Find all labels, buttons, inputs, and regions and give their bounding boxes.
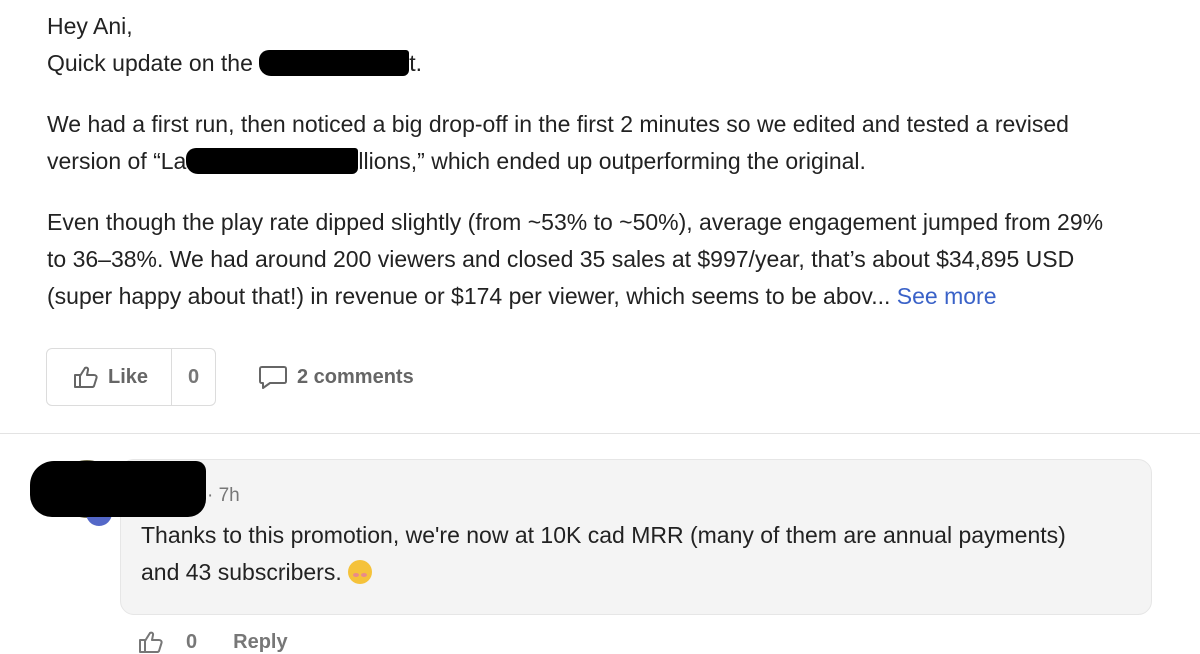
redacted-author-name (30, 461, 206, 517)
comment-like-count: 0 (186, 630, 198, 653)
like-button[interactable]: Like (47, 349, 171, 405)
like-count: 0 (171, 349, 215, 405)
comment-bubble: · 7h Thanks to this promotion, we're now… (120, 459, 1152, 615)
thumbs-up-icon (74, 366, 98, 388)
comment-timestamp: · 7h (207, 485, 240, 506)
intro-line: Quick update on the t. (47, 50, 423, 76)
like-label: Like (108, 365, 149, 388)
thumbs-up-icon[interactable] (138, 630, 164, 654)
like-control: Like 0 (46, 348, 216, 406)
redacted-block (259, 50, 410, 76)
comment-text: Thanks to this promotion, we're now at 1… (141, 522, 1066, 585)
comment-bubble-icon (259, 366, 287, 389)
post-body: Hey Ani, Quick update on the t. We had a… (47, 8, 1167, 315)
reply-button[interactable]: Reply (233, 631, 287, 654)
comments-button[interactable]: 2 comments (258, 364, 414, 390)
comments-count-label: 2 comments (297, 365, 414, 388)
see-more-link[interactable]: See more (890, 283, 997, 309)
face-with-hand-over-mouth-emoji-icon (347, 560, 372, 584)
redacted-block (186, 148, 359, 174)
paragraph-2: Even though the play rate dipped slightl… (47, 209, 1104, 309)
paragraph-1: We had a first run, then noticed a big d… (47, 111, 1069, 174)
comment-actions: 0 Reply (138, 630, 288, 654)
greeting: Hey Ani, (47, 13, 133, 39)
divider (0, 433, 1200, 434)
